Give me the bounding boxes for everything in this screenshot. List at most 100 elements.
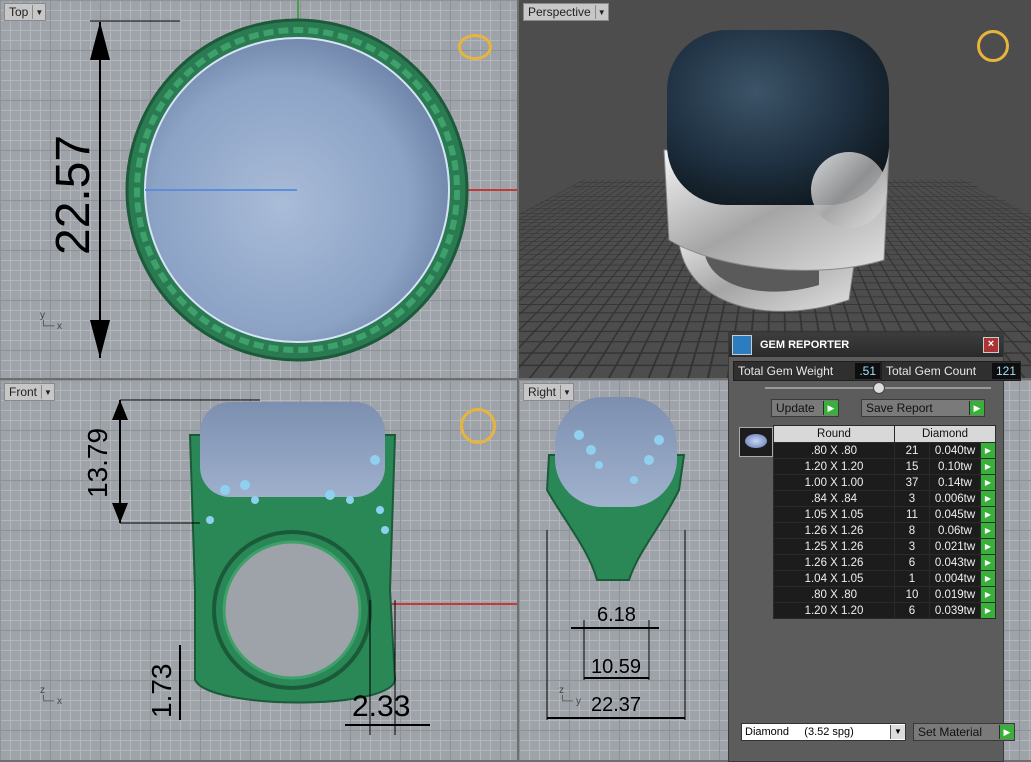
material-select-value: Diamond (3.52 spg) [745,726,854,738]
gem-reporter-panel[interactable]: GEM REPORTER × Total Gem Weight .51 Tota… [728,332,1021,762]
viewport-label-top[interactable]: Top ▼ [4,3,47,21]
gem-table: Round Diamond .80 X .80 21 0.040tw ▶ 1.20 X … [773,425,996,619]
select-gem-button[interactable]: ▶ [980,538,996,555]
gem-reporter-titlebar[interactable]: GEM REPORTER × [729,333,1003,357]
viewport-title: Front [9,385,38,399]
gem-size-cell: 1.25 X 1.26 [773,538,895,555]
table-row[interactable]: .80 X .80 21 0.040tw ▶ [773,442,996,459]
table-row[interactable]: 1.04 X 1.05 1 0.004tw ▶ [773,570,996,587]
table-row[interactable]: 1.25 X 1.26 3 0.021tw ▶ [773,538,996,555]
gem-rows: .80 X .80 21 0.040tw ▶ 1.20 X 1.20 15 0.10tw ▶ 1… [773,442,996,619]
select-gem-button[interactable]: ▶ [980,442,996,459]
ring-gizmo-icon[interactable] [458,34,492,60]
chevron-down-icon[interactable]: ▼ [594,5,608,19]
total-weight-label: Total Gem Weight [738,364,834,378]
gem-size-cell: .84 X .84 [773,490,895,507]
total-count-value: 121 [991,363,1020,379]
gem-count-cell: 10 [894,586,930,603]
gem-count-cell: 1 [894,570,930,587]
total-gem-count: Total Gem Count 121 [881,361,1021,381]
set-material-label: Set Material [918,725,983,739]
table-row[interactable]: 1.26 X 1.26 6 0.043tw ▶ [773,554,996,571]
total-weight-value: .51 [855,363,880,379]
close-icon[interactable]: × [983,337,999,353]
gem-weight-cell: 0.045tw [929,506,981,523]
gem-weight-cell: 0.043tw [929,554,981,571]
gem-shape-thumbnail[interactable] [739,427,773,457]
select-gem-button[interactable]: ▶ [980,570,996,587]
gem-size-cell: 1.04 X 1.05 [773,570,895,587]
table-row[interactable]: 1.26 X 1.26 8 0.06tw ▶ [773,522,996,539]
gem-size-cell: 1.26 X 1.26 [773,554,895,571]
column-header-material: Diamond [894,425,996,443]
table-row[interactable]: 1.00 X 1.00 37 0.14tw ▶ [773,474,996,491]
gem-size-cell: 1.05 X 1.05 [773,506,895,523]
axis-indicator: z └─ x [40,685,62,707]
viewport-label-right[interactable]: Right ▼ [523,383,575,401]
select-gem-button[interactable]: ▶ [980,490,996,507]
viewport-title: Right [528,385,557,399]
dimension-label: 22.57 [47,134,100,255]
gem-count-cell: 6 [894,554,930,571]
dimension-label-height: 13.79 [82,427,113,498]
play-icon: ▶ [823,401,838,415]
viewport-perspective[interactable]: Perspective ▼ [519,0,1031,378]
gem-count-cell: 8 [894,522,930,539]
table-row[interactable]: 1.05 X 1.05 11 0.045tw ▶ [773,506,996,523]
gem-reporter-icon [732,335,752,355]
gem-weight-cell: 0.039tw [929,602,981,619]
viewport-title: Top [9,5,29,19]
material-select[interactable]: Diamond (3.52 spg) ▼ [741,723,906,741]
select-gem-button[interactable]: ▶ [980,458,996,475]
select-gem-button[interactable]: ▶ [980,602,996,619]
play-icon: ▶ [999,725,1014,739]
ring-gizmo-icon[interactable] [460,408,496,444]
ring-front-view [112,399,430,735]
gem-count-cell: 3 [894,538,930,555]
chevron-down-icon[interactable]: ▼ [41,385,54,399]
gem-size-cell: .80 X .80 [773,586,895,603]
table-row[interactable]: .80 X .80 10 0.019tw ▶ [773,586,996,603]
viewport-title: Perspective [528,5,591,19]
select-gem-button[interactable]: ▶ [980,474,996,491]
gem-count-cell: 21 [894,442,930,459]
gem-icon [745,434,767,448]
gem-count-cell: 37 [894,474,930,491]
gem-weight-cell: 0.019tw [929,586,981,603]
gem-size-cell: 1.00 X 1.00 [773,474,895,491]
table-row[interactable]: 1.20 X 1.20 6 0.039tw ▶ [773,602,996,619]
chevron-down-icon[interactable]: ▼ [890,725,905,739]
table-row[interactable]: .84 X .84 3 0.006tw ▶ [773,490,996,507]
save-report-label: Save Report [866,401,933,415]
gem-weight-cell: 0.10tw [929,458,981,475]
panel-title: GEM REPORTER [760,339,850,351]
viewport-label-perspective[interactable]: Perspective ▼ [523,3,609,21]
select-gem-button[interactable]: ▶ [980,554,996,571]
gem-size-cell: 1.20 X 1.20 [773,602,895,619]
select-gem-button[interactable]: ▶ [980,586,996,603]
play-icon: ▶ [969,401,984,415]
viewport-front[interactable]: Front ▼ 13.79 1.73 2.33 z └─ x [0,380,517,760]
viewport-top[interactable]: Top ▼ 22.57 y └─ x [0,0,517,378]
dimension-label-b: 10.59 [591,656,642,678]
update-button[interactable]: Update ▶ [771,399,839,417]
save-report-button[interactable]: Save Report ▶ [861,399,985,417]
gem-weight-cell: 0.14tw [929,474,981,491]
table-row[interactable]: 1.20 X 1.20 15 0.10tw ▶ [773,458,996,475]
gem-weight-cell: 0.021tw [929,538,981,555]
total-gem-weight: Total Gem Weight .51 [733,361,881,381]
ring-gizmo-icon[interactable] [977,30,1009,62]
slider-handle[interactable] [873,382,885,394]
chevron-down-icon[interactable]: ▼ [560,385,573,399]
dimension-label-a: 6.18 [597,604,636,626]
select-gem-button[interactable]: ▶ [980,506,996,523]
chevron-down-icon[interactable]: ▼ [32,5,45,19]
gem-count-cell: 6 [894,602,930,619]
total-count-label: Total Gem Count [886,364,977,378]
set-material-button[interactable]: Set Material ▶ [913,723,1015,741]
select-gem-button[interactable]: ▶ [980,522,996,539]
gem-size-cell: .80 X .80 [773,442,895,459]
gem-weight-cell: 0.06tw [929,522,981,539]
viewport-label-front[interactable]: Front ▼ [4,383,56,401]
gem-count-cell: 11 [894,506,930,523]
